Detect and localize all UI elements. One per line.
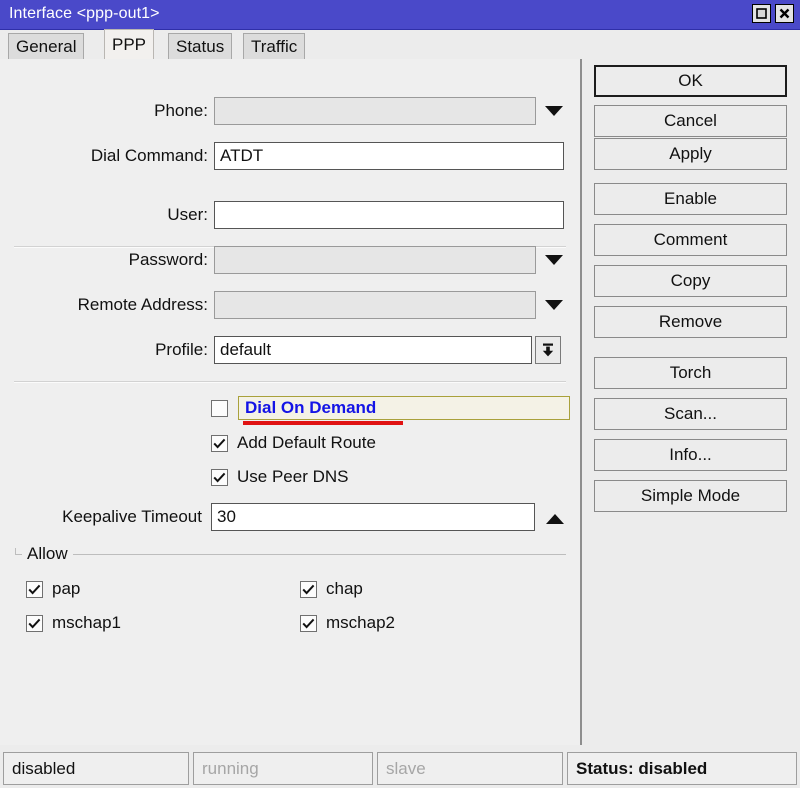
pane-divider — [580, 59, 582, 745]
status-pane-status: Status: disabled — [567, 752, 797, 785]
user-row: User: — [0, 200, 208, 230]
window-title: Interface <ppp-out1> — [9, 5, 160, 22]
tab-ppp[interactable]: PPP — [104, 29, 155, 59]
allow-chap-row[interactable]: chap — [300, 577, 363, 601]
check-icon — [302, 618, 315, 628]
dial-on-demand-row[interactable] — [211, 396, 228, 420]
allow-pap-checkbox[interactable] — [26, 580, 43, 598]
remote-address-row: Remote Address: — [0, 290, 208, 320]
allow-group-title: Allow — [22, 544, 73, 564]
status-pane-slave: slave — [377, 752, 563, 785]
dial-command-row: Dial Command: — [0, 141, 208, 171]
torch-button[interactable]: Torch — [594, 357, 787, 389]
phone-row: Phone: — [0, 96, 208, 126]
status-bar: disabled running slave Status: disabled — [0, 749, 800, 788]
profile-dropdown-button[interactable] — [535, 336, 561, 364]
tab-traffic[interactable]: Traffic — [243, 33, 306, 59]
allow-mschap1-label: mschap1 — [52, 613, 121, 632]
tab-status[interactable]: Status — [168, 33, 233, 59]
profile-label: Profile: — [155, 340, 208, 359]
allow-mschap1-checkbox[interactable] — [26, 614, 43, 632]
allow-mschap1-row[interactable]: mschap1 — [26, 611, 121, 635]
remote-address-label: Remote Address: — [77, 295, 208, 314]
dial-command-label: Dial Command: — [90, 146, 208, 165]
add-default-route-checkbox[interactable] — [211, 434, 228, 452]
maximize-button[interactable] — [752, 4, 771, 23]
close-icon — [779, 8, 790, 19]
user-label: User: — [167, 205, 208, 224]
enable-button[interactable]: Enable — [594, 183, 787, 215]
tab-strip: General PPP Status Traffic — [0, 29, 800, 59]
keepalive-spinner-up-icon[interactable] — [546, 514, 564, 524]
check-icon — [28, 584, 41, 594]
phone-label: Phone: — [154, 101, 208, 120]
profile-row: Profile: — [0, 335, 208, 365]
divider-2-highlight — [14, 382, 566, 383]
action-button-pane: OK Cancel Apply Enable Comment Copy Remo… — [583, 59, 800, 745]
allow-mschap2-row[interactable]: mschap2 — [300, 611, 395, 635]
keepalive-row: Keepalive Timeout — [0, 502, 202, 532]
password-label: Password: — [128, 250, 208, 269]
add-default-route-row[interactable]: Add Default Route — [211, 431, 376, 455]
cancel-button[interactable]: Cancel — [594, 105, 787, 137]
check-icon — [213, 438, 226, 448]
use-peer-dns-row[interactable]: Use Peer DNS — [211, 465, 348, 489]
allow-pap-label: pap — [52, 579, 81, 598]
dial-on-demand-underline — [243, 421, 403, 425]
password-row: Password: — [0, 245, 208, 275]
remote-address-input[interactable] — [214, 291, 536, 319]
comment-button[interactable]: Comment — [594, 224, 787, 256]
password-dropdown-caret-icon[interactable] — [545, 255, 563, 265]
allow-group-line — [15, 554, 566, 555]
allow-mschap2-checkbox[interactable] — [300, 614, 317, 632]
profile-input[interactable]: default — [214, 336, 532, 364]
check-icon — [28, 618, 41, 628]
add-default-route-label: Add Default Route — [237, 433, 376, 452]
allow-chap-label: chap — [326, 579, 363, 598]
tab-label: PPP — [112, 34, 147, 54]
title-bar: Interface <ppp-out1> — [0, 0, 800, 30]
tab-general[interactable]: General — [8, 33, 85, 59]
dial-command-input[interactable]: ATDT — [214, 142, 564, 170]
info-button[interactable]: Info... — [594, 439, 787, 471]
simple-mode-button[interactable]: Simple Mode — [594, 480, 787, 512]
remove-button[interactable]: Remove — [594, 306, 787, 338]
tab-label: General — [16, 36, 77, 56]
copy-button[interactable]: Copy — [594, 265, 787, 297]
status-pane-running: running — [193, 752, 373, 785]
allow-mschap2-label: mschap2 — [326, 613, 395, 632]
status-pane-disabled: disabled — [3, 752, 189, 785]
tab-label: Status — [176, 36, 225, 56]
dial-on-demand-checkbox[interactable] — [211, 399, 228, 417]
use-peer-dns-checkbox[interactable] — [211, 468, 228, 486]
check-icon — [302, 584, 315, 594]
keepalive-input[interactable]: 30 — [211, 503, 535, 531]
tab-label: Traffic — [251, 36, 298, 56]
password-input[interactable] — [214, 246, 536, 274]
allow-pap-row[interactable]: pap — [26, 577, 80, 601]
close-button[interactable] — [775, 4, 794, 23]
ok-button[interactable]: OK — [594, 65, 787, 97]
check-icon — [213, 472, 226, 482]
use-peer-dns-label: Use Peer DNS — [237, 467, 349, 486]
dial-on-demand-label: Dial On Demand — [245, 398, 377, 417]
down-to-bar-icon — [542, 343, 554, 357]
phone-input[interactable] — [214, 97, 536, 125]
keepalive-label: Keepalive Timeout — [62, 507, 202, 526]
window-controls — [752, 4, 794, 23]
phone-dropdown-caret-icon[interactable] — [545, 106, 563, 116]
allow-chap-checkbox[interactable] — [300, 580, 317, 598]
apply-button[interactable]: Apply — [594, 138, 787, 170]
interface-dialog-window: Interface <ppp-out1> General PPP Status — [0, 0, 800, 788]
user-input[interactable] — [214, 201, 564, 229]
maximize-icon — [756, 8, 767, 19]
scan-button[interactable]: Scan... — [594, 398, 787, 430]
ppp-form-pane: Phone: Dial Command: ATDT User: Password… — [0, 59, 580, 745]
remote-address-dropdown-caret-icon[interactable] — [545, 300, 563, 310]
